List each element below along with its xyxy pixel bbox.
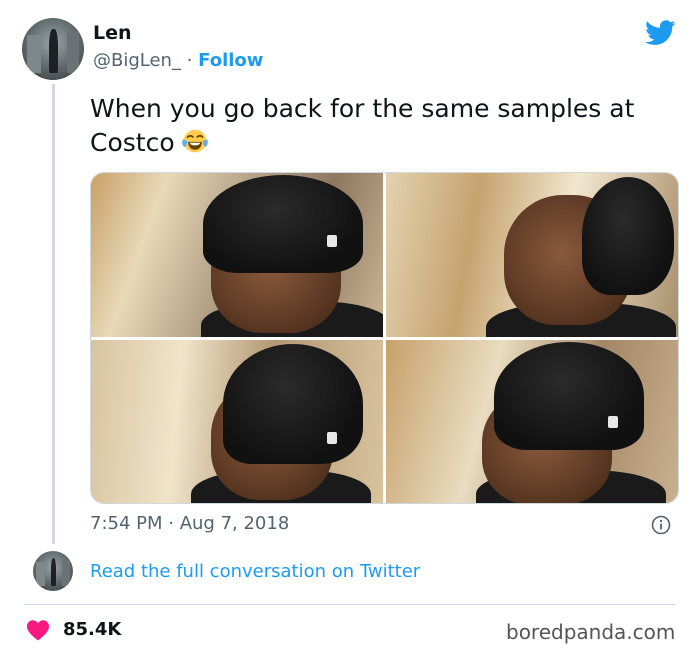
heart-icon[interactable] [26,619,50,641]
author-name[interactable]: Len [93,22,132,44]
author-avatar[interactable] [22,18,84,80]
divider [24,604,676,605]
watermark: boredpanda.com [506,620,676,644]
author-handle[interactable]: @BigLen_ [93,50,181,71]
beanie-shape [582,177,674,295]
beanie-logo [608,415,618,428]
avatar-bg-building [61,559,70,587]
tweet-timestamp[interactable]: 7:54 PM · Aug 7, 2018 [90,513,289,534]
beanie-logo [327,431,337,444]
follow-button[interactable]: Follow [198,50,263,71]
beanie-shape [203,175,363,273]
avatar-figure [50,558,57,587]
tweet-text-content: When you go back for the same samples at… [90,94,635,157]
avatar-bg-building [26,35,41,73]
twitter-bird-icon[interactable] [645,20,676,46]
media-panel-3[interactable] [91,339,383,503]
avatar-bg-building [66,31,80,73]
tweet-text: When you go back for the same samples at… [90,92,680,160]
avatar-figure [49,29,58,73]
read-conversation-link[interactable]: Read the full conversation on Twitter [90,561,420,582]
media-panel-4[interactable] [386,339,678,503]
timestamp-separator: · [162,513,180,534]
handle-separator: · [180,50,199,71]
tweet-time: 7:54 PM [90,513,163,534]
beanie-shape [223,343,363,464]
face-with-tears-of-joy-icon [181,129,208,153]
beanie-shape [494,341,644,450]
author-handle-row: @BigLen_ · Follow [93,50,263,71]
thread-line [52,84,55,544]
conversation-avatar[interactable] [33,551,73,591]
tweet-date: Aug 7, 2018 [179,513,290,534]
tweet-media-grid[interactable] [90,172,679,504]
media-panel-1[interactable] [91,173,383,337]
like-count: 85.4K [63,619,122,640]
beanie-logo [327,235,337,247]
info-icon[interactable] [651,515,671,535]
media-panel-2[interactable] [386,173,678,337]
avatar-bg-building [36,562,45,587]
